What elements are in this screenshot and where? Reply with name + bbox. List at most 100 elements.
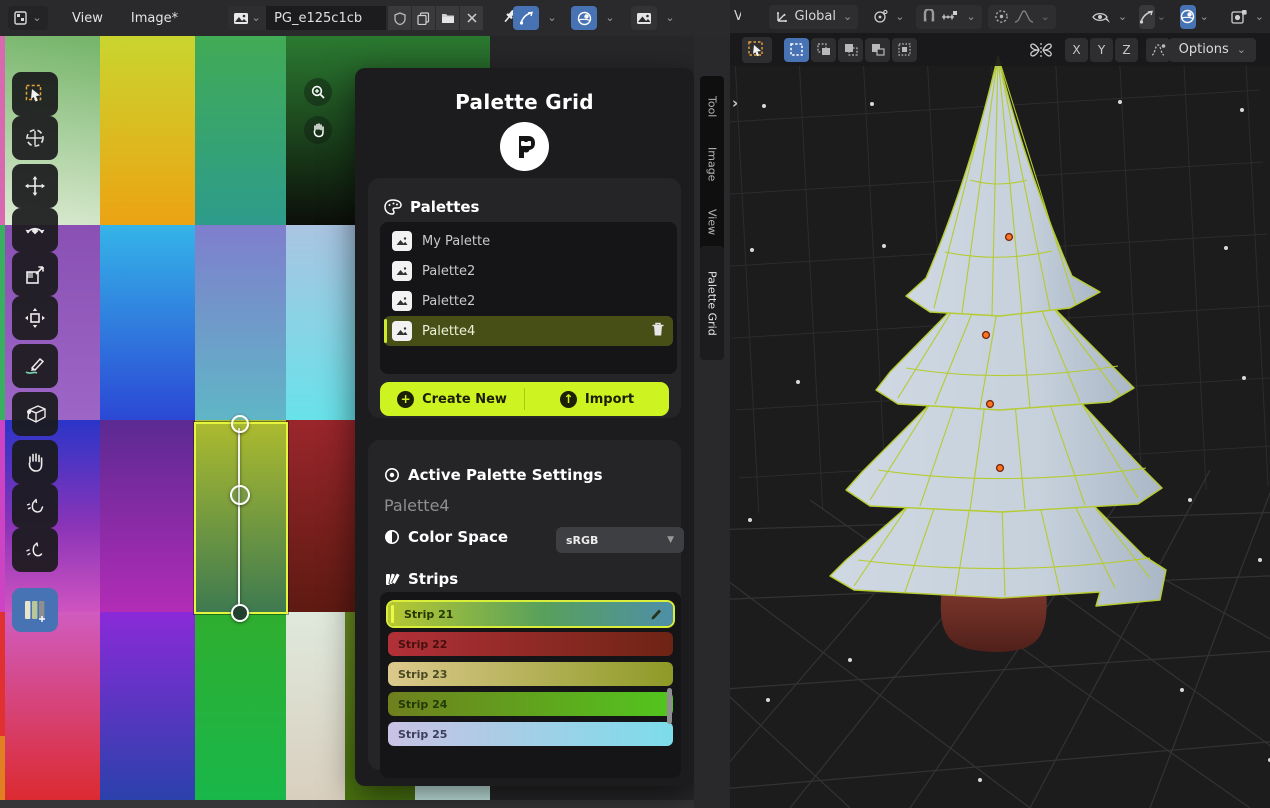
- palettes-header: Palettes: [384, 198, 479, 216]
- magnet-icon[interactable]: [922, 9, 936, 24]
- zoom-gesture-tool[interactable]: [12, 484, 58, 528]
- palette-image-cell[interactable]: [100, 612, 195, 800]
- palette-image-cell[interactable]: [195, 225, 286, 420]
- palette-list-item[interactable]: Palette4: [384, 316, 673, 346]
- palette-image-cell[interactable]: [286, 612, 345, 800]
- viewport-scene: [730, 0, 1270, 808]
- color-space-dropdown[interactable]: sRGB ▼: [556, 527, 684, 553]
- sidebar-tab-view[interactable]: View: [700, 190, 724, 254]
- image-settings-dropdown[interactable]: ⌄: [660, 6, 678, 30]
- duplicate-icon[interactable]: [412, 6, 435, 30]
- palette-image-cell[interactable]: [5, 612, 100, 800]
- palette-name-field[interactable]: Palette4: [384, 496, 450, 515]
- folder-icon[interactable]: [436, 6, 459, 30]
- edit-strip-icon[interactable]: [649, 606, 663, 623]
- palette-image-cell[interactable]: [100, 36, 195, 225]
- create-new-button[interactable]: + Create New: [380, 382, 524, 416]
- snap-target-icon[interactable]: [941, 10, 959, 23]
- mesh-symmetry-icon[interactable]: [1030, 41, 1052, 59]
- select-mode-subtract[interactable]: [838, 38, 863, 62]
- pivot-dropdown[interactable]: ⌄: [866, 5, 910, 29]
- palette-list-item[interactable]: Palette2: [384, 256, 673, 286]
- gizmos-toggle[interactable]: [1139, 5, 1155, 29]
- menu-image[interactable]: Image*: [121, 7, 188, 30]
- annotate-tool[interactable]: [12, 344, 58, 388]
- select-mode-new[interactable]: [784, 38, 809, 62]
- palette-image-cell[interactable]: [100, 225, 195, 420]
- proportional-edit-icon[interactable]: [994, 9, 1009, 24]
- clipped-view-menu[interactable]: V: [734, 9, 741, 24]
- palette-image-cell[interactable]: [195, 612, 286, 800]
- overlays-dropdown[interactable]: ⌄: [600, 6, 618, 30]
- proportional-falloff-button[interactable]: [1146, 38, 1170, 62]
- palette-list: My PalettePalette2Palette2Palette4: [380, 222, 677, 374]
- overlays-toggle[interactable]: [571, 6, 597, 30]
- editor-type-button[interactable]: ⌄: [8, 6, 48, 30]
- cursor-tool[interactable]: [12, 116, 58, 160]
- palette-strip-tool[interactable]: [12, 588, 58, 632]
- sidebar-tab-palette-grid[interactable]: Palette Grid: [700, 246, 724, 360]
- transform-tool[interactable]: [12, 296, 58, 340]
- options-dropdown[interactable]: Options ⌄: [1169, 38, 1256, 62]
- viewport-3d[interactable]: V Global ⌄ ⌄ ⌄ ⌄ ⌄: [730, 0, 1270, 808]
- move-tool[interactable]: [12, 164, 58, 208]
- falloff-curve-icon[interactable]: [1014, 10, 1034, 23]
- chevron-down-icon[interactable]: ⌄: [1157, 13, 1166, 21]
- pan-button[interactable]: [304, 116, 332, 144]
- chevron-down-icon[interactable]: ⌄: [1200, 13, 1209, 21]
- shield-icon[interactable]: [388, 6, 411, 30]
- gradient-handle-bottom[interactable]: [231, 604, 249, 622]
- strips-header: Strips: [384, 570, 458, 588]
- palette-list-item[interactable]: My Palette: [384, 226, 673, 256]
- palette-image-cell[interactable]: [100, 420, 195, 612]
- palette-icon: [384, 199, 402, 215]
- palette-list-item[interactable]: Palette2: [384, 286, 673, 316]
- axis-label: Y: [1098, 43, 1105, 57]
- gizmo-icon: [519, 11, 534, 25]
- gradient-axis-line[interactable]: [238, 428, 240, 606]
- close-icon[interactable]: [460, 6, 483, 30]
- import-button[interactable]: ↑ Import: [525, 382, 669, 416]
- pan-tool[interactable]: [12, 440, 58, 484]
- visibility-dropdown[interactable]: ⌄: [1086, 5, 1133, 29]
- scale-tool[interactable]: [12, 252, 58, 296]
- image-name-field[interactable]: PG_e125c1cb: [266, 6, 386, 30]
- select-mode-intersect[interactable]: [892, 38, 917, 62]
- strip-item[interactable]: Strip 23: [388, 662, 673, 686]
- chevron-down-icon[interactable]: ⌄: [1041, 13, 1050, 21]
- select-mode-invert[interactable]: [865, 38, 890, 62]
- gizmo-dropdown[interactable]: ⌄: [542, 6, 560, 30]
- shading-dropdown[interactable]: ⌄: [1225, 5, 1270, 29]
- gradient-handle-top[interactable]: [231, 415, 249, 433]
- image-browse-button[interactable]: ⌄: [228, 6, 266, 30]
- gradient-handle-middle[interactable]: [230, 485, 250, 505]
- box-tool[interactable]: [12, 392, 58, 436]
- mirror-axis-y[interactable]: Y: [1090, 38, 1113, 62]
- active-tool-button[interactable]: [742, 37, 772, 63]
- strip-item[interactable]: Strip 22: [388, 632, 673, 656]
- viewport-overlays-toggle[interactable]: [1180, 5, 1196, 29]
- strip-item[interactable]: Strip 24: [388, 692, 673, 716]
- orientation-dropdown[interactable]: Global ⌄: [769, 5, 859, 29]
- image-settings-button[interactable]: [631, 6, 657, 30]
- orientation-axes-icon: [775, 9, 790, 24]
- gizmo-toggle[interactable]: [513, 6, 539, 30]
- chevron-down-icon[interactable]: ⌄: [966, 13, 975, 21]
- toolbar-expand-arrow[interactable]: ›: [732, 94, 738, 112]
- rotate-gesture-tool[interactable]: [12, 528, 58, 572]
- mirror-axis-x[interactable]: X: [1065, 38, 1088, 62]
- palette-image-cell[interactable]: [195, 36, 286, 225]
- delete-palette-icon[interactable]: [651, 322, 665, 341]
- strip-item[interactable]: Strip 25: [388, 722, 673, 746]
- strip-item[interactable]: Strip 21: [388, 602, 673, 626]
- palette-name: Palette2: [422, 294, 475, 309]
- zoom-in-button[interactable]: [304, 78, 332, 106]
- strips-scrollbar[interactable]: [667, 688, 672, 724]
- tweak-tool[interactable]: [12, 72, 58, 116]
- rotate-tool[interactable]: [12, 208, 58, 252]
- mirror-axis-z[interactable]: Z: [1115, 38, 1138, 62]
- menu-view[interactable]: View: [62, 7, 113, 30]
- select-mode-extend[interactable]: [811, 38, 836, 62]
- options-label: Options: [1179, 42, 1229, 57]
- gradient-selection-box[interactable]: [194, 422, 288, 614]
